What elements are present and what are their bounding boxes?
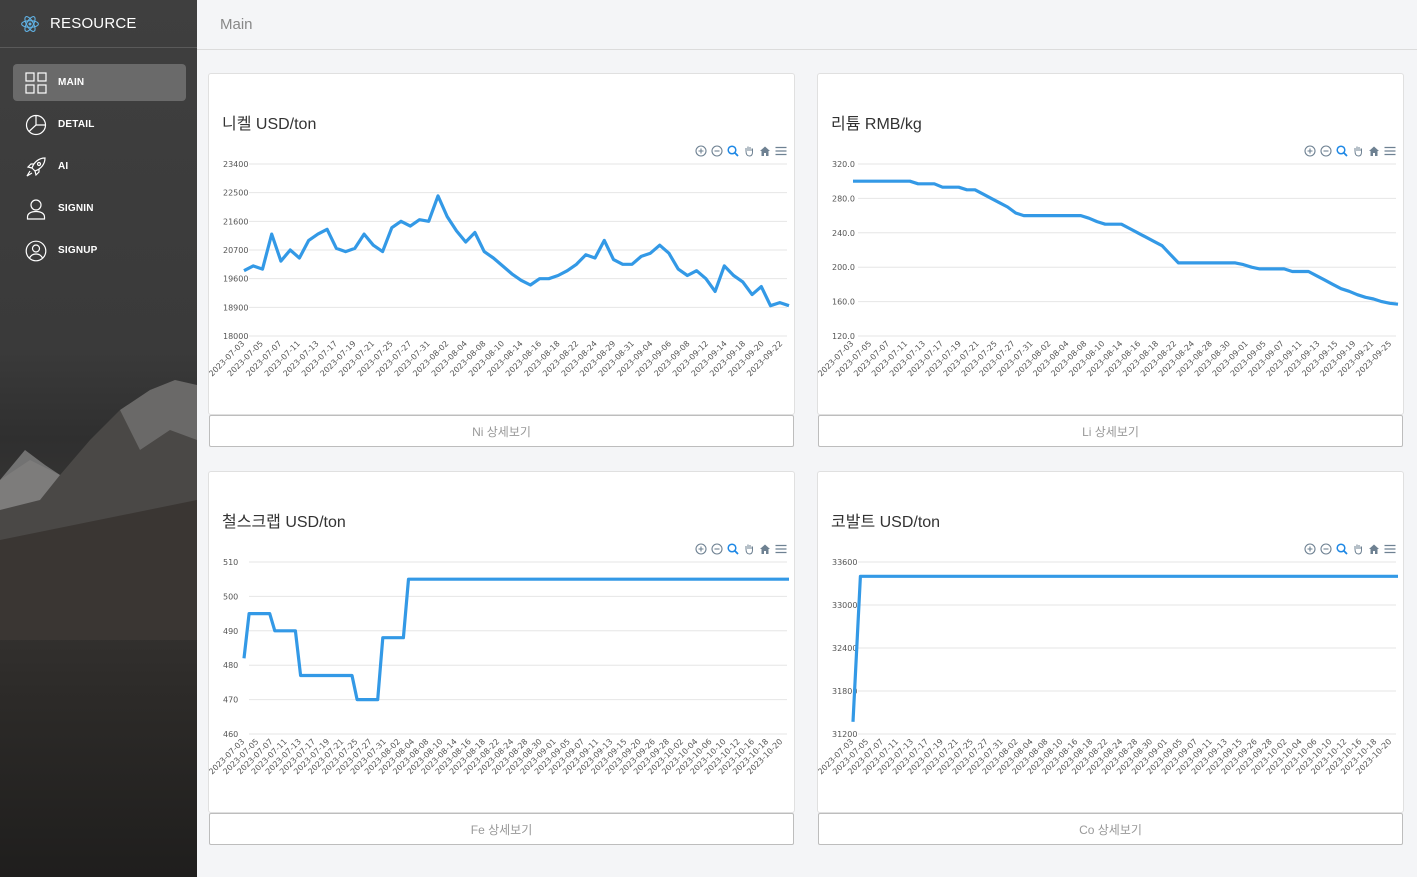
sidebar-nav: MAIN DETAIL AI SIGNIN SIGNUP (0, 64, 197, 269)
sidebar-item-label: SIGNUP (58, 245, 98, 256)
co-detail-button[interactable]: Co 상세보기 (818, 813, 1403, 845)
y-tick-label: 19600 (223, 275, 248, 284)
series-line (243, 194, 790, 308)
y-tick-label: 320.0 (832, 160, 855, 169)
sidebar: RESOURCE MAIN DETAIL AI SIGNIN SIGNUP (0, 0, 197, 877)
y-tick-label: 480 (223, 661, 238, 670)
grid-icon (25, 71, 47, 94)
y-tick-label: 510 (223, 558, 238, 567)
sidebar-item-label: DETAIL (58, 119, 95, 130)
lithium-chart-card: 리튬 RMB/kg 320.0 280.0 240.0 200.0 160.0 120.0… (817, 73, 1404, 415)
sidebar-item-label: SIGNIN (58, 203, 94, 214)
lithium-line-chart: 320.0280.0240.0200.0160.0120.02023-07-03… (818, 160, 1399, 378)
sidebar-item-label: MAIN (58, 77, 85, 88)
sidebar-background-image (0, 380, 197, 640)
y-tick-label: 33600 (832, 558, 857, 567)
y-tick-label: 490 (223, 627, 238, 636)
y-tick-label: 240.0 (832, 229, 855, 238)
y-tick-label: 470 (223, 696, 238, 705)
nickel-line-chart: 234002250021600207001960018900180002023-… (209, 160, 790, 378)
pie-chart-icon (25, 114, 47, 136)
y-tick-label: 120.0 (832, 332, 855, 341)
top-bar: Main (197, 0, 1417, 50)
y-tick-label: 33000 (832, 601, 857, 610)
series-line (851, 574, 1398, 722)
y-tick-label: 18900 (223, 303, 248, 312)
y-tick-label: 21600 (223, 217, 248, 226)
page-title: Main (220, 16, 253, 33)
iron-scrap-chart-card: 철스크랩 USD/ton 510 500 490 480 470 460 2023-07-0… (208, 471, 795, 813)
series-line (242, 577, 789, 702)
sidebar-item-label: AI (58, 161, 69, 172)
y-tick-label: 500 (223, 592, 238, 601)
y-tick-label: 32400 (832, 644, 857, 653)
app-title: RESOURCE (50, 15, 137, 32)
sidebar-item-signin[interactable]: SIGNIN (13, 190, 186, 227)
iron-scrap-line-chart: 5105004904804704602023-07-032023-07-0520… (209, 558, 789, 776)
user-icon (25, 198, 47, 220)
cobalt-chart-card: 코발트 USD/ton 33600 33000 32400 31800 31200 202… (817, 471, 1404, 813)
y-tick-label: 23400 (223, 160, 248, 169)
li-detail-button[interactable]: Li 상세보기 (818, 415, 1403, 447)
y-tick-label: 280.0 (832, 194, 855, 203)
y-tick-label: 460 (223, 730, 238, 739)
ni-detail-button[interactable]: Ni 상세보기 (209, 415, 794, 447)
rocket-icon (25, 156, 47, 178)
sidebar-item-detail[interactable]: DETAIL (13, 106, 186, 143)
user-circle-icon (25, 240, 47, 262)
y-tick-label: 20700 (223, 246, 248, 255)
series-line (853, 179, 1399, 306)
sidebar-item-ai[interactable]: AI (13, 148, 186, 185)
sidebar-item-main[interactable]: MAIN (13, 64, 186, 101)
react-logo-icon (21, 15, 39, 32)
brand[interactable]: RESOURCE (0, 0, 197, 48)
y-tick-label: 22500 (223, 189, 248, 198)
nickel-chart-card: 니켈 USD/ton 23400 22500 21600 20700 19600 1890… (208, 73, 795, 415)
sidebar-item-signup[interactable]: SIGNUP (13, 232, 186, 269)
fe-detail-button[interactable]: Fe 상세보기 (209, 813, 794, 845)
y-tick-label: 18000 (223, 332, 248, 341)
y-tick-label: 200.0 (832, 263, 855, 272)
y-tick-label: 31200 (832, 730, 857, 739)
cobalt-line-chart: 33600330003240031800312002023-07-032023-… (818, 558, 1398, 776)
y-tick-label: 160.0 (832, 298, 855, 307)
